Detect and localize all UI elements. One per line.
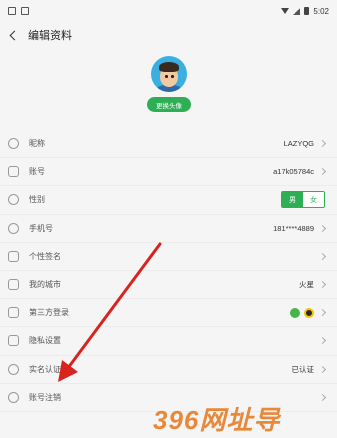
battery-icon [304,7,310,15]
change-avatar-button[interactable]: 更换头像 [147,97,191,112]
wechat-icon [290,307,300,318]
chevron-right-icon [318,309,327,317]
row-value: 火星 [299,280,314,290]
status-left [8,7,29,15]
watermark: 396网址导 [153,405,281,435]
chevron-right-icon [318,280,327,289]
row-account[interactable]: 账号 a17k05784c [0,158,337,187]
chevron-right-icon [318,168,327,176]
avatar-hair [159,62,179,72]
signal-icon [293,7,301,15]
row-gender: 性别 男 女 [0,186,337,215]
verify-icon [8,363,19,375]
row-label: 我的城市 [29,280,61,290]
row-label: 实名认证 [29,364,61,374]
status-time: 5:02 [313,6,329,16]
wifi-icon [281,8,290,14]
row-label: 昵称 [29,139,45,149]
link-icon [8,307,19,319]
cancel-account-icon [8,391,19,403]
gender-toggle: 男 女 [281,191,325,209]
row-label: 个性签名 [29,251,61,261]
city-icon [8,279,19,291]
chevron-right-icon [318,140,327,148]
profile-list: 昵称 LAZYQG 账号 a17k05784c 性别 男 女 手机号 181**… [0,130,337,412]
row-label: 隐私设置 [29,336,61,346]
chevron-right-icon [318,393,327,401]
avatar[interactable] [151,56,187,92]
back-arrow-icon[interactable] [9,30,20,40]
id-card-icon [8,166,19,178]
row-value: a17k05784c [273,167,314,177]
page-title: 编辑资料 [28,30,72,42]
qq-icon [304,307,314,318]
gender-male-option[interactable]: 男 [282,192,303,208]
gender-female-option[interactable]: 女 [303,192,324,208]
row-label: 手机号 [29,223,53,233]
row-label: 第三方登录 [29,308,69,318]
chevron-right-icon [318,365,327,373]
row-real-name[interactable]: 实名认证 已认证 [0,355,337,384]
row-signature[interactable]: 个性签名 [0,242,337,271]
avatar-eye [165,75,168,78]
chevron-right-icon [318,224,327,232]
row-third-party-login[interactable]: 第三方登录 [0,299,337,328]
status-right: 5:02 [281,7,329,16]
avatar-eye [171,75,174,78]
chevron-right-icon [318,337,327,345]
row-value: 已认证 [291,364,315,374]
row-label: 账号 [29,167,45,177]
row-phone[interactable]: 手机号 181****4889 [0,214,337,243]
person-icon [8,138,19,150]
status-bar: 5:02 [0,0,337,22]
privacy-icon [8,335,19,347]
row-nickname[interactable]: 昵称 LAZYQG [0,130,337,159]
edit-icon [8,250,19,262]
chevron-right-icon [318,252,327,260]
row-city[interactable]: 我的城市 火星 [0,270,337,300]
third-party-icons [290,307,314,318]
notification-icon [8,7,16,15]
notification-icon [21,7,29,15]
row-value: 181****4889 [273,223,314,233]
gender-icon [8,194,19,206]
row-value: LAZYQG [283,139,314,149]
row-label: 性别 [29,195,45,205]
phone-icon [8,222,19,234]
row-privacy[interactable]: 隐私设置 [0,327,337,356]
nav-bar: 编辑资料 [0,22,337,48]
